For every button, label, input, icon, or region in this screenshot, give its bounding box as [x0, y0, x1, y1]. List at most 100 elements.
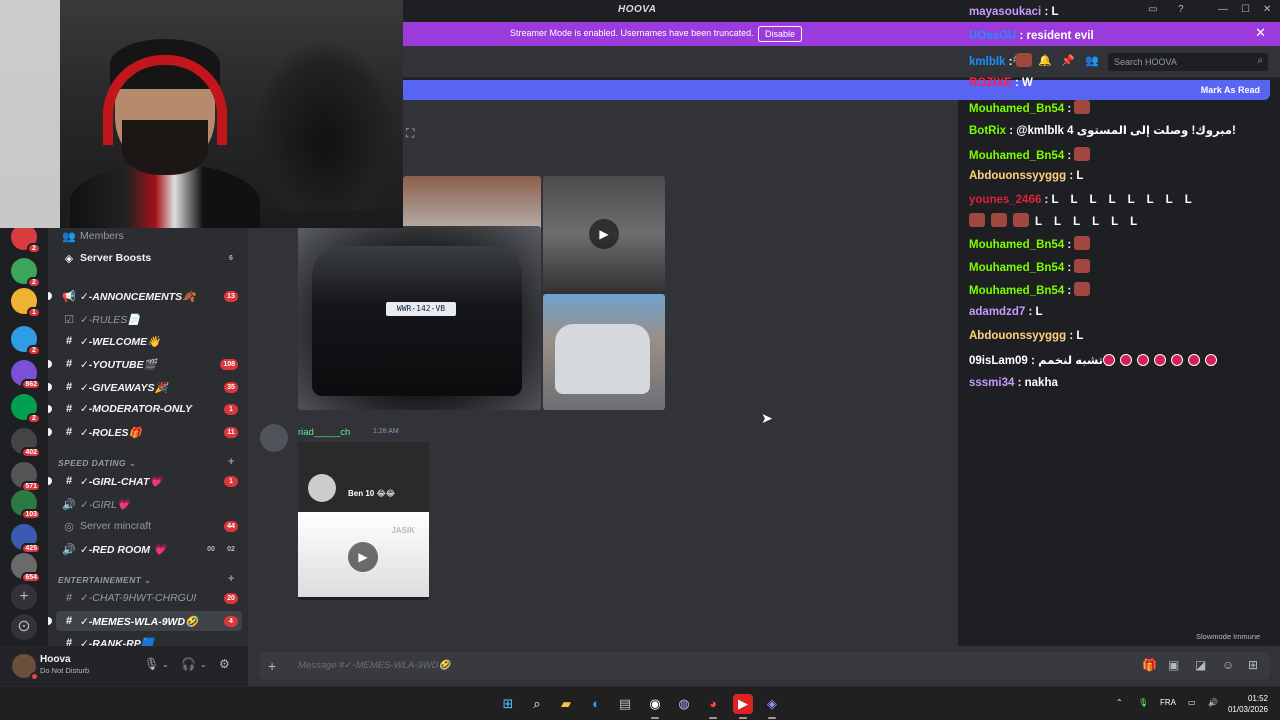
attachment-dark-suv-photo[interactable]: WWR-142-VB: [298, 226, 541, 410]
apps-icon[interactable]: ⊞: [1248, 658, 1258, 672]
emoji-icon[interactable]: ☺: [1222, 658, 1234, 672]
avatar[interactable]: [260, 424, 288, 452]
chat-username[interactable]: kmlblk: [969, 56, 1005, 68]
chat-username[interactable]: Mouhamed_Bn54: [969, 103, 1064, 115]
channel-annonces[interactable]: 📢 ✓-ANNONCEMENTS🍂 13: [48, 286, 242, 306]
network-icon[interactable]: ▭: [1188, 698, 1196, 707]
message-author[interactable]: riad_____ch: [298, 427, 350, 438]
channel-rank[interactable]: # ✓-RANK-RP🟦: [56, 633, 242, 646]
attachment-tiktok-video[interactable]: ▶: [543, 176, 665, 291]
face-emote-icon: [1074, 282, 1091, 296]
message-timestamp: 1:28 AM: [373, 428, 399, 435]
sticker-icon[interactable]: ◪: [1195, 658, 1206, 672]
chat-username[interactable]: sssmi34: [969, 377, 1014, 389]
headphones-icon[interactable]: 🎧: [181, 657, 196, 671]
chat-username[interactable]: Mouhamed_Bn54: [969, 150, 1064, 162]
channel-welcome[interactable]: # ✓-WELCOME👋: [56, 331, 242, 351]
chat-app-icon[interactable]: ◍: [674, 694, 694, 714]
mic-options-chevron-icon[interactable]: ⌄: [162, 660, 169, 669]
chat-username[interactable]: Mouhamed_Bn54: [969, 262, 1064, 274]
server-boosts-channel[interactable]: ◈ Server Boosts 6: [56, 248, 242, 268]
channel-girl-chat[interactable]: # ✓-GIRL-CHAT💗 1: [48, 471, 242, 491]
obs-icon[interactable]: ◉: [645, 694, 665, 719]
chat-username[interactable]: Abdouonssyyggg: [969, 170, 1066, 182]
chat-message: adamdzd7 : L: [969, 306, 1055, 318]
category-entertainement[interactable]: ENTERTAINEMENT ⌄ +: [58, 573, 234, 586]
tray-chevron-icon[interactable]: ⌃: [1116, 698, 1123, 707]
video-player-icon[interactable]: ▶: [733, 694, 753, 719]
chat-username[interactable]: BotRix: [969, 125, 1006, 137]
channel-giveaways[interactable]: # ✓-GIVEAWAYS🎉 35: [48, 377, 242, 397]
server-badge: 103: [21, 509, 41, 520]
chat-username[interactable]: mayasoukaci: [969, 6, 1041, 18]
disable-streamer-mode-button[interactable]: Disable: [758, 26, 803, 42]
server-icon[interactable]: 103: [11, 490, 41, 520]
chat-username[interactable]: adamdzd7: [969, 306, 1025, 318]
server-icon[interactable]: 2: [11, 258, 41, 288]
chat-username[interactable]: Abdouonssyyggg: [969, 330, 1066, 342]
edge-browser-icon[interactable]: ◐: [586, 694, 606, 714]
chat-username[interactable]: UOssOU: [969, 30, 1016, 42]
chat-message: Mouhamed_Bn54 :: [969, 282, 1096, 297]
server-icon[interactable]: 862: [11, 360, 41, 390]
channel-roles[interactable]: # ✓-ROLES🎁 11: [48, 422, 242, 442]
hash-icon: #: [65, 615, 73, 627]
volume-icon[interactable]: 🔊: [1208, 698, 1218, 707]
server-icon[interactable]: 2: [11, 326, 41, 356]
channel-server-mincraft[interactable]: ◎ Server mincraft 44: [56, 516, 242, 536]
category-speed-dating[interactable]: SPEED DATING ⌄ +: [58, 456, 234, 469]
search-icon[interactable]: ⌕: [527, 694, 547, 714]
windows-start-icon[interactable]: ⊞: [498, 694, 518, 714]
upload-plus-icon[interactable]: +: [268, 658, 276, 674]
chat-text: تشبه لنخمم: [1038, 355, 1103, 367]
server-icon[interactable]: 654: [11, 553, 41, 583]
expand-icon[interactable]: ⛶: [406, 126, 414, 141]
file-explorer-icon[interactable]: ▰: [556, 694, 576, 714]
server-icon[interactable]: 571: [11, 462, 41, 492]
channel-red-room[interactable]: 🔊 ✓-RED ROOM 💗 00 02: [56, 539, 242, 559]
add-channel-icon[interactable]: +: [228, 573, 235, 585]
chat-text: nakha: [1024, 377, 1058, 389]
server-icon[interactable]: 425: [11, 524, 41, 554]
channel-moderator-only[interactable]: # ✓-MODERATOR-ONLY 1: [48, 399, 242, 419]
chat-username[interactable]: ROZIXE: [969, 77, 1012, 89]
chat-username[interactable]: Mouhamed_Bn54: [969, 239, 1064, 251]
chat-username[interactable]: Mouhamed_Bn54: [969, 285, 1064, 297]
tray-mic-icon[interactable]: 🎙: [1138, 698, 1148, 707]
add-channel-icon[interactable]: +: [228, 456, 235, 468]
gif-icon[interactable]: ▣: [1168, 658, 1179, 672]
discord-icon[interactable]: ◈: [762, 694, 782, 719]
store-icon[interactable]: ▤: [615, 694, 635, 714]
audio-options-chevron-icon[interactable]: ⌄: [200, 660, 207, 669]
server-icon[interactable]: 1: [11, 288, 41, 318]
video-attachment[interactable]: Ben 10 😂😂 JASIK ▶: [298, 442, 429, 600]
chat-username[interactable]: younes_2466: [969, 194, 1041, 206]
face-emote-icon: [1074, 259, 1091, 273]
channel-memes-selected[interactable]: # ✓-MEMES-WLA-9WD🤣 4: [48, 611, 242, 631]
channel-youtube[interactable]: # ✓-YOUTUBE🎬 108: [48, 354, 242, 374]
face-emote-icon: [1074, 236, 1091, 250]
microphone-icon[interactable]: 🎙: [144, 657, 159, 671]
chat-emotes: W: [1022, 77, 1033, 89]
attachment-grey-car-photo[interactable]: [543, 294, 665, 410]
members-channel[interactable]: 👥 Members: [56, 228, 242, 246]
add-server-icon[interactable]: +: [11, 584, 37, 610]
play-icon[interactable]: ▶: [348, 542, 378, 572]
discover-icon[interactable]: ⊙: [11, 614, 37, 640]
channel-girl-voice[interactable]: 🔊 ✓-GIRL💗: [56, 494, 242, 514]
play-icon[interactable]: ▶: [589, 219, 619, 249]
channel-rules[interactable]: ☑ ✓-RULES📄: [56, 309, 242, 329]
server-icon[interactable]: 2: [11, 394, 41, 424]
server-badge: 2: [27, 277, 41, 288]
face-emote-icon: [1015, 53, 1032, 67]
gift-icon[interactable]: 🎁: [1142, 658, 1157, 672]
server-icon[interactable]: 402: [11, 428, 41, 458]
settings-gear-icon[interactable]: ⚙: [219, 657, 230, 671]
system-clock[interactable]: 01:52 01/03/2026: [1228, 693, 1268, 715]
server-badge: 862: [21, 379, 41, 390]
chrome-icon[interactable]: ◕: [703, 694, 723, 719]
chat-username[interactable]: 09isLam09: [969, 355, 1028, 367]
language-indicator[interactable]: FRA: [1160, 698, 1176, 707]
message-input[interactable]: + Message #✓-MEMES-WLA-9WD🤣 🎁 ▣ ◪ ☺ ⊞: [260, 652, 1270, 680]
channel-chat-9hwt[interactable]: # ✓-CHAT-9HWT-CHRGUI 20: [56, 588, 242, 608]
